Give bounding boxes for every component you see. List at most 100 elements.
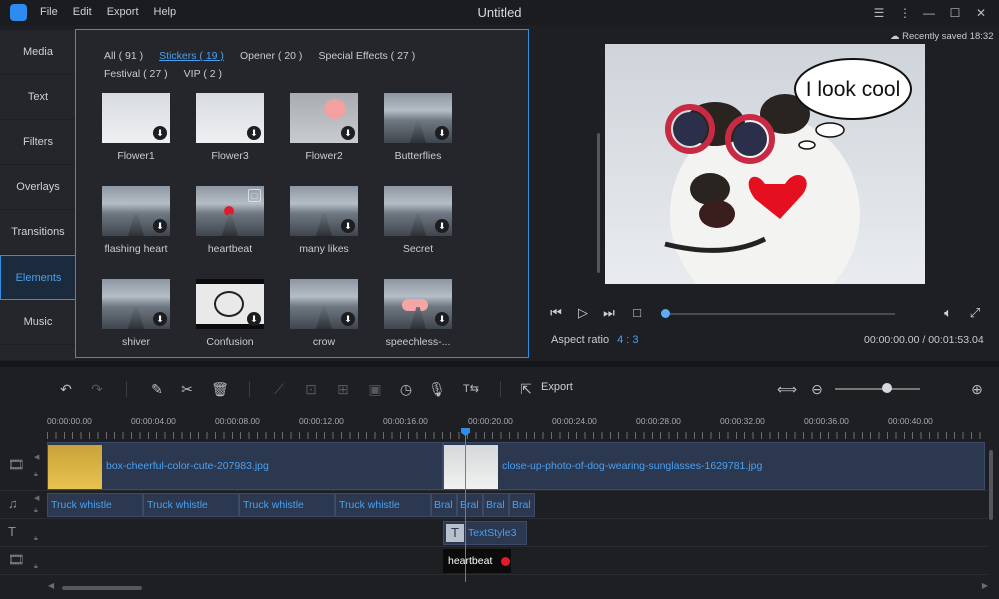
sticker-confusion[interactable]: ⬇ Confusion — [196, 279, 264, 348]
sidebar-item-filters[interactable]: Filters — [0, 120, 76, 165]
lock-icon[interactable]: 🔒︎ — [34, 563, 38, 571]
tab-stickers[interactable]: Stickers ( 19 ) — [159, 50, 224, 62]
tab-vip[interactable]: VIP ( 2 ) — [184, 68, 222, 80]
sidebar-item-transitions[interactable]: Transitions — [0, 210, 76, 255]
scroll-right-icon[interactable]: ▶ — [982, 581, 988, 590]
volume-icon[interactable]: 🔈︎ — [940, 304, 956, 322]
ruler-label: 00:00:24.00 — [552, 416, 597, 426]
zoom-slider-handle[interactable] — [882, 383, 892, 393]
stop-icon[interactable]: □ — [629, 304, 645, 322]
audio-clip[interactable]: Truck whistle — [239, 493, 335, 517]
video-clip[interactable]: box-cheerful-color-cute-207983.jpg — [47, 442, 443, 490]
prev-frame-icon[interactable]: ⏮ — [548, 304, 564, 322]
lock-icon[interactable]: 🔒︎ — [34, 471, 38, 479]
sidebar-item-media[interactable]: Media — [0, 30, 76, 75]
minimize-button[interactable]: — — [920, 4, 938, 22]
download-icon[interactable]: ⬇ — [435, 312, 449, 326]
playhead[interactable] — [465, 428, 466, 582]
redo-icon[interactable]: ↷ — [88, 380, 106, 398]
voiceover-icon[interactable]: 🎙︎ — [428, 380, 446, 398]
audio-clip[interactable]: Truck whistle — [47, 493, 143, 517]
download-icon[interactable]: ⬇ — [153, 312, 167, 326]
timeline-ruler[interactable]: 00:00:00.00 00:00:04.00 00:00:08.00 00:0… — [47, 411, 987, 439]
aspect-ratio-value[interactable]: 4 : 3 — [617, 334, 638, 346]
sticker-flower1[interactable]: ⬇ Flower1 — [102, 93, 170, 162]
cut-icon[interactable]: ✂ — [178, 380, 196, 398]
sticker-shiver[interactable]: ⬇ shiver — [102, 279, 170, 348]
sticker-secret[interactable]: ⬇ Secret — [384, 186, 452, 255]
mosaic-icon[interactable]: ⊡ — [302, 380, 320, 398]
next-frame-icon[interactable]: ⏭ — [601, 304, 617, 322]
sticker-speechless[interactable]: ⬇ speechless-... — [384, 279, 452, 348]
scrollbar-thumb[interactable] — [62, 586, 142, 590]
maximize-button[interactable]: ☐ — [946, 4, 964, 22]
fit-timeline-icon[interactable]: ⟺ — [777, 380, 797, 398]
sticker-label: many likes — [299, 243, 349, 255]
freeze-icon[interactable]: ▣ — [366, 380, 384, 398]
sidebar-item-elements[interactable]: Elements — [0, 255, 76, 300]
delete-icon[interactable]: 🗑︎ — [211, 380, 229, 398]
mute-icon[interactable]: ◀ — [34, 453, 39, 461]
download-icon[interactable]: ⬇ — [341, 126, 355, 140]
export-icon[interactable]: ⇱ — [517, 380, 535, 398]
timeline-vertical-scrollbar[interactable] — [989, 450, 993, 520]
mute-icon[interactable]: ◀ — [34, 494, 39, 502]
download-icon[interactable]: ⬇ — [247, 126, 261, 140]
lock-icon[interactable]: 🔒︎ — [34, 507, 38, 515]
lock-icon[interactable]: 🔒︎ — [34, 535, 38, 543]
download-icon[interactable]: ⬇ — [153, 126, 167, 140]
tab-special-effects[interactable]: Special Effects ( 27 ) — [319, 50, 416, 62]
zoom-out-icon[interactable]: ⊖ — [808, 380, 826, 398]
sticker-flashing-heart[interactable]: ⬇ flashing heart — [102, 186, 170, 255]
zoom-in-icon[interactable]: ⊕ — [968, 380, 986, 398]
download-icon[interactable]: ⬇ — [153, 219, 167, 233]
video-clip[interactable]: close-up-photo-of-dog-wearing-sunglasses… — [443, 442, 985, 490]
sticker-many-likes[interactable]: ⬇ many likes — [290, 186, 358, 255]
panel-scrollbar[interactable] — [597, 133, 600, 273]
split-screen-icon[interactable]: ⊞ — [334, 380, 352, 398]
sticker-crow[interactable]: ⬇ crow — [290, 279, 358, 348]
download-icon[interactable]: ⬇ — [341, 219, 355, 233]
audio-clip[interactable]: Truck whistle — [335, 493, 431, 517]
sidebar-item-overlays[interactable]: Overlays — [0, 165, 76, 210]
text-to-speech-icon[interactable]: T⇆ — [458, 380, 484, 398]
seek-handle[interactable] — [661, 309, 670, 318]
audio-clip[interactable]: Truck whistle — [143, 493, 239, 517]
sticker-heartbeat[interactable]: ▢ heartbeat — [196, 186, 264, 255]
settings-icon[interactable]: ☰ — [870, 4, 888, 22]
export-button[interactable]: Export — [541, 381, 573, 393]
close-button[interactable]: ✕ — [972, 4, 990, 22]
sticker-butterflies[interactable]: ⬇ Butterflies — [384, 93, 452, 162]
download-icon[interactable]: ⬇ — [435, 219, 449, 233]
download-icon[interactable]: ⬇ — [341, 312, 355, 326]
audio-clip[interactable]: Bral — [431, 493, 457, 517]
sticker-thumbnail: ⬇ — [290, 186, 358, 236]
timeline-horizontal-scrollbar[interactable]: ◀ ▶ — [48, 581, 988, 592]
sidebar-item-music[interactable]: Music — [0, 300, 76, 345]
audio-clip[interactable]: Bral — [483, 493, 509, 517]
play-icon[interactable]: ▷ — [575, 304, 591, 322]
scroll-left-icon[interactable]: ◀ — [48, 581, 54, 590]
zoom-slider[interactable] — [835, 388, 920, 390]
download-icon[interactable]: ⬇ — [435, 126, 449, 140]
video-preview[interactable]: I look cool — [605, 44, 925, 284]
tab-all[interactable]: All ( 91 ) — [104, 50, 143, 62]
text-clip[interactable]: T TextStyle3 — [443, 521, 527, 545]
fullscreen-icon[interactable]: ⤢ — [967, 304, 983, 322]
audio-clip[interactable]: Bral — [457, 493, 483, 517]
tab-opener[interactable]: Opener ( 20 ) — [240, 50, 302, 62]
more-icon[interactable]: ⋮ — [896, 4, 914, 22]
audio-clip[interactable]: Bral — [509, 493, 535, 517]
tab-festival[interactable]: Festival ( 27 ) — [104, 68, 168, 80]
sidebar-item-text[interactable]: Text — [0, 75, 76, 120]
element-clip[interactable]: heartbeat — [443, 549, 511, 573]
sticker-thumbnail: ⬇ — [290, 279, 358, 329]
undo-icon[interactable]: ↶ — [57, 380, 75, 398]
sticker-flower2[interactable]: ⬇ Flower2 — [290, 93, 358, 162]
crop-icon[interactable]: ⟋ — [270, 380, 288, 398]
download-icon[interactable]: ⬇ — [247, 312, 261, 326]
sticker-flower3[interactable]: ⬇ Flower3 — [196, 93, 264, 162]
seek-bar[interactable] — [665, 313, 895, 315]
speed-icon[interactable]: ◷ — [397, 380, 415, 398]
edit-icon[interactable]: ✎ — [148, 380, 166, 398]
